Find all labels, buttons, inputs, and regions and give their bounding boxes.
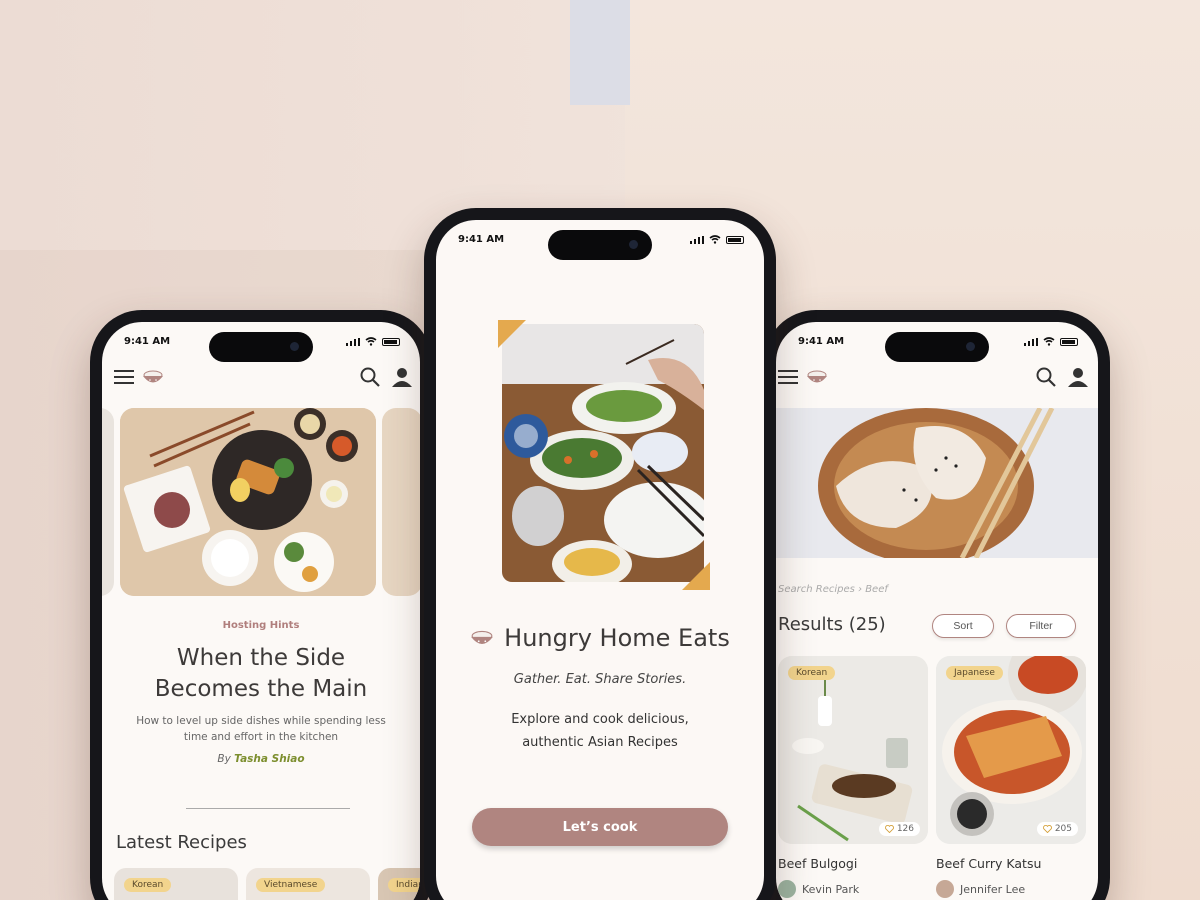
like-count-value: 205 (1054, 824, 1072, 834)
welcome-screen: 9:41 AM Hungry Home Eats Gather. Eat. Sh… (436, 220, 764, 900)
article-carousel[interactable] (102, 408, 420, 598)
status-icons (689, 235, 744, 244)
status-time: 9:41 AM (124, 336, 171, 347)
carousel-image-main[interactable] (120, 408, 376, 596)
recipe-title[interactable]: Beef Curry Katsu (936, 856, 1041, 871)
latest-recipes-row: Korean Vietnamese Indian (114, 868, 420, 900)
brand-name: Hungry Home Eats (504, 624, 730, 652)
signal-icon (689, 235, 704, 244)
cuisine-tag: Korean (124, 878, 172, 892)
welcome-description-line-1: Explore and cook delicious, (511, 712, 689, 727)
byline-author[interactable]: Tasha Shiao (234, 753, 304, 765)
user-icon[interactable] (392, 367, 412, 387)
katsu-illustration (936, 656, 1086, 844)
recipe-title[interactable]: Beef Bulgogi (778, 856, 857, 871)
story-title: When the Side Becomes the Main (102, 643, 420, 705)
latest-recipes-heading: Latest Recipes (116, 832, 247, 853)
recipe-card[interactable]: Indian (378, 868, 420, 900)
top-nav (778, 364, 1088, 390)
dumplings-illustration (776, 406, 1098, 564)
author-name: Jennifer Lee (960, 882, 1026, 896)
battery-icon (1060, 337, 1078, 346)
carousel-image-next[interactable] (382, 408, 420, 596)
tagline: Gather. Eat. Share Stories. (513, 672, 687, 687)
recipe-card-katsu[interactable]: Japanese 205 (936, 656, 1086, 844)
featured-story[interactable]: Hosting Hints When the Side Becomes the … (102, 620, 420, 765)
search-icon[interactable] (1036, 367, 1056, 387)
cuisine-tag: Korean (788, 666, 836, 680)
status-time: 9:41 AM (458, 234, 505, 245)
welcome-description-line-2: authentic Asian Recipes (522, 735, 678, 750)
bowl-logo-icon[interactable] (142, 369, 164, 385)
recipe-author[interactable]: Jennifer Lee (936, 880, 1025, 898)
recipe-card-bulgogi[interactable]: Korean 126 (778, 656, 928, 844)
welcome-description: Explore and cook delicious, authentic As… (436, 708, 764, 754)
story-summary-line-1: How to level up side dishes while spendi… (136, 715, 386, 727)
avatar (936, 880, 954, 898)
search-icon[interactable] (360, 367, 380, 387)
recipe-author[interactable]: Kevin Park (778, 880, 859, 898)
heart-icon (1042, 825, 1052, 833)
carousel-image-prev[interactable] (102, 408, 114, 596)
article-screen: 9:41 AM Hosting Hints When the Side Beco… (102, 322, 420, 900)
phone-search-results: 9:41 AM Search Recipes › Beef Results (2… (764, 310, 1110, 900)
story-title-line-1: When the Side (176, 645, 346, 671)
family-meal-illustration (498, 320, 710, 590)
menu-icon[interactable] (114, 370, 134, 384)
status-icons (1023, 337, 1078, 346)
brand: Hungry Home Eats (436, 624, 764, 652)
dynamic-island (885, 332, 989, 362)
story-byline: By Tasha Shiao (102, 753, 420, 765)
cuisine-tag: Vietnamese (256, 878, 326, 892)
bowl-logo-icon (471, 630, 494, 644)
byline-prefix: By (217, 753, 231, 765)
bulgogi-illustration (778, 656, 928, 844)
top-nav (114, 364, 412, 390)
side-dishes-illustration (120, 408, 376, 596)
like-count[interactable]: 205 (1036, 822, 1078, 836)
phone-welcome: 9:41 AM Hungry Home Eats Gather. Eat. Sh… (424, 208, 776, 900)
heart-icon (884, 825, 894, 833)
dynamic-island (548, 230, 652, 260)
cuisine-tag: Indian (388, 878, 420, 892)
category-hero-image (776, 406, 1098, 564)
signal-icon (1023, 337, 1038, 346)
results-count: Results (25) (778, 614, 886, 635)
wifi-icon (709, 235, 721, 244)
results-screen: 9:41 AM Search Recipes › Beef Results (2… (776, 322, 1098, 900)
wifi-icon (365, 337, 377, 346)
recipe-card[interactable]: Vietnamese (246, 868, 370, 900)
menu-icon[interactable] (778, 370, 798, 384)
welcome-photo (498, 320, 710, 590)
battery-icon (726, 235, 744, 244)
status-icons (345, 337, 400, 346)
dynamic-island (209, 332, 313, 362)
wifi-icon (1043, 337, 1055, 346)
divider (186, 808, 350, 809)
story-category: Hosting Hints (222, 620, 300, 631)
lets-cook-button[interactable]: Let’s cook (472, 808, 728, 846)
like-count-value: 126 (896, 824, 914, 834)
like-count[interactable]: 126 (878, 822, 920, 836)
bowl-logo-icon[interactable] (806, 369, 828, 385)
avatar (778, 880, 796, 898)
recipe-card[interactable]: Korean (114, 868, 238, 900)
story-summary-line-2: time and effort in the kitchen (183, 731, 339, 743)
cuisine-tag: Japanese (946, 666, 1003, 680)
backdrop-window (570, 0, 630, 105)
signal-icon (345, 337, 360, 346)
battery-icon (382, 337, 400, 346)
breadcrumb[interactable]: Search Recipes › Beef (778, 584, 888, 595)
author-name: Kevin Park (802, 882, 860, 896)
story-title-line-2: Becomes the Main (154, 676, 368, 702)
story-summary: How to level up side dishes while spendi… (102, 713, 420, 745)
status-time: 9:41 AM (798, 336, 845, 347)
user-icon[interactable] (1068, 367, 1088, 387)
sort-button[interactable]: Sort (932, 614, 994, 638)
filter-button[interactable]: Filter (1006, 614, 1076, 638)
phone-article: 9:41 AM Hosting Hints When the Side Beco… (90, 310, 432, 900)
